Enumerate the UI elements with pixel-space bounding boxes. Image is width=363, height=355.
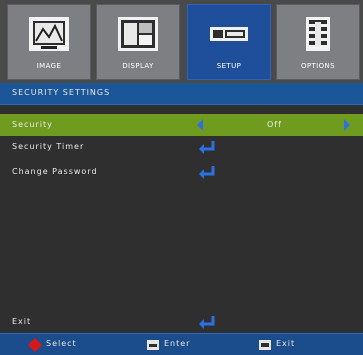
osd-menu: IMAGE DISPLAY SETUP OPTIONS SECURITY SET… (0, 0, 363, 355)
hint-enter-label: Enter (164, 339, 191, 348)
enter-arrow-icon (199, 141, 215, 154)
submenu-title-bar: SECURITY SETTINGS (0, 83, 363, 105)
setup-icon (210, 27, 248, 41)
hint-exit-label: Exit (276, 339, 296, 348)
arrow-left-icon[interactable] (196, 119, 204, 131)
display-icon (118, 17, 158, 51)
key-hint-bar: Select Enter Exit (0, 333, 363, 355)
submenu-title: SECURITY SETTINGS (12, 88, 111, 97)
tab-image[interactable]: IMAGE (7, 4, 91, 80)
menu-item-exit[interactable]: Exit (0, 311, 363, 333)
menu-item-label: Security Timer (12, 142, 85, 151)
menu-item-label: Security (12, 120, 53, 129)
menu-item-change-password[interactable]: Change Password (0, 161, 363, 183)
hint-select-label: Select (46, 339, 77, 348)
menu-item-security[interactable]: Security Off (0, 114, 363, 136)
menu-key-icon (259, 340, 271, 350)
tab-setup[interactable]: SETUP (187, 4, 271, 80)
tab-label: IMAGE (36, 62, 62, 70)
diamond-dpad-icon (28, 338, 42, 352)
security-value: Off (267, 120, 282, 129)
menu-item-label: Exit (12, 317, 32, 326)
menu-tab-bar: IMAGE DISPLAY SETUP OPTIONS (0, 0, 363, 83)
tab-label: SETUP (216, 62, 242, 70)
enter-key-icon (147, 340, 159, 350)
tab-options[interactable]: OPTIONS (276, 4, 360, 80)
monitor-image-icon (29, 17, 69, 51)
tab-display[interactable]: DISPLAY (96, 4, 180, 80)
enter-arrow-icon (199, 316, 215, 329)
menu-item-security-timer[interactable]: Security Timer (0, 136, 363, 158)
tab-label: OPTIONS (300, 62, 336, 70)
menu-item-list: Security Off Security Timer Change Passw… (0, 106, 363, 333)
menu-item-label: Change Password (12, 167, 98, 176)
arrow-right-icon[interactable] (343, 119, 351, 131)
tab-label: DISPLAY (122, 62, 154, 70)
options-icon (306, 17, 330, 51)
enter-arrow-icon (199, 166, 215, 179)
